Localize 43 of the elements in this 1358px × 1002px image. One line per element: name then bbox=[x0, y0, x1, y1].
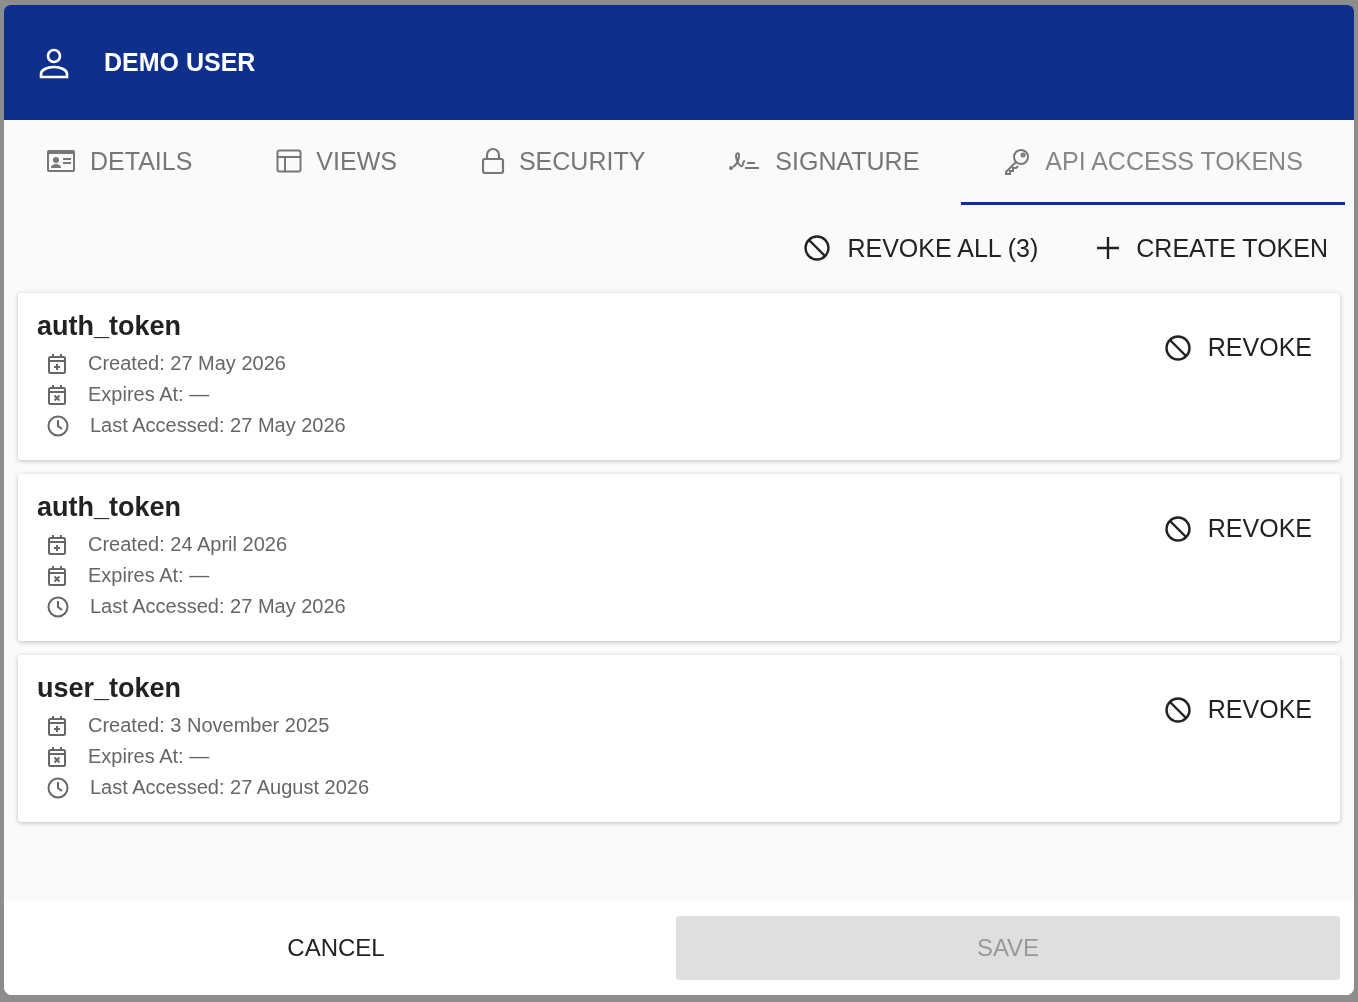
user-icon bbox=[38, 46, 70, 79]
dialog-title: DEMO USER bbox=[104, 48, 256, 77]
tab[interactable]: SIGNATURE bbox=[687, 120, 962, 205]
cancel-button[interactable]: CANCEL bbox=[4, 915, 668, 980]
revoke-button[interactable]: REVOKE bbox=[1163, 508, 1312, 549]
blocked-icon bbox=[1163, 333, 1192, 362]
token-name: auth_token bbox=[37, 311, 183, 342]
create-token-button[interactable]: CREATE TOKEN bbox=[1096, 227, 1328, 269]
created-date: Created: 24 April 2026 bbox=[88, 533, 288, 556]
plus-icon bbox=[1096, 236, 1121, 260]
calendar-plus-icon bbox=[47, 714, 67, 737]
expiry-date: Expires At: — bbox=[88, 745, 210, 768]
clock-icon bbox=[47, 595, 69, 618]
revoke-button[interactable]: REVOKE bbox=[1163, 689, 1312, 730]
calendar-x-icon bbox=[47, 383, 67, 406]
lock-icon bbox=[480, 147, 505, 175]
created-date: Created: 27 May 2026 bbox=[88, 352, 286, 375]
blocked-icon bbox=[803, 234, 832, 262]
blocked-icon bbox=[1163, 695, 1192, 724]
signature-icon bbox=[729, 149, 762, 173]
calendar-x-icon bbox=[47, 745, 67, 768]
clock-icon bbox=[47, 414, 69, 437]
token-name: user_token bbox=[37, 673, 183, 704]
calendar-x-icon bbox=[47, 564, 67, 587]
last-accessed-date: Last Accessed: 27 May 2026 bbox=[90, 595, 346, 618]
blocked-icon bbox=[1163, 514, 1192, 543]
created-date: Created: 3 November 2025 bbox=[88, 714, 330, 737]
tab[interactable]: DETAILS bbox=[4, 120, 235, 205]
expiry-date: Expires At: — bbox=[88, 383, 210, 406]
last-accessed-date: Last Accessed: 27 May 2026 bbox=[90, 414, 346, 437]
key-icon bbox=[1003, 147, 1032, 175]
tab[interactable]: SECURITY bbox=[438, 120, 688, 205]
revoke-all-button[interactable]: REVOKE ALL (3) bbox=[803, 227, 1039, 269]
calendar-plus-icon bbox=[47, 533, 67, 556]
calendar-plus-icon bbox=[47, 352, 67, 375]
layout-icon bbox=[276, 149, 303, 173]
revoke-button[interactable]: REVOKE bbox=[1163, 327, 1312, 368]
id-card-icon bbox=[46, 149, 76, 173]
token-name: auth_token bbox=[37, 492, 183, 523]
tab[interactable]: VIEWS bbox=[234, 120, 439, 205]
expiry-date: Expires At: — bbox=[88, 564, 210, 587]
last-accessed-date: Last Accessed: 27 August 2026 bbox=[90, 776, 370, 799]
clock-icon bbox=[47, 776, 69, 799]
